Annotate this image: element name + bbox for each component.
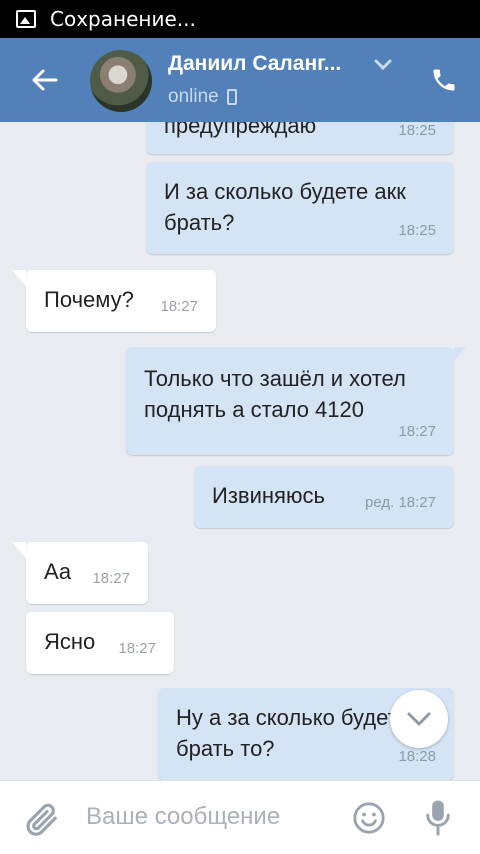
message-input[interactable]: Ваше сообщение [86,803,280,831]
message-time: 18:27 [92,570,130,587]
avatar[interactable] [90,50,152,112]
message-line: Только что зашёл и хотел [144,366,406,391]
message-list[interactable]: предупреждаю 18:25 И за сколько будете а… [0,122,480,780]
message-line: брать то? [176,736,275,761]
status-bar: Сохранение... [0,0,480,38]
microphone-icon[interactable] [424,799,452,837]
message-time: 18:25 [398,222,436,239]
message-text: И за сколько будете акк брать? [164,176,406,238]
smile-icon[interactable] [352,801,386,835]
message-time: ред. 18:27 [365,494,436,511]
chat-header: Даниил Саланг... online [0,38,480,122]
message-text: Ясно [44,629,96,654]
message-line: поднять а стало 4120 [144,397,364,422]
message-text: Ну а за сколько будете брать то? [176,702,410,764]
message-text: Аа [44,559,72,584]
message-bubble[interactable]: Аа 18:27 [12,542,148,604]
message-bubble[interactable]: Только что зашёл и хотел поднять а стало… [126,347,466,455]
chevron-down-icon [407,712,431,726]
message-time: 18:27 [160,298,198,315]
paperclip-icon[interactable] [22,799,60,839]
arrow-left-icon [32,69,58,91]
message-bubble[interactable]: Ясно 18:27 [26,612,174,674]
message-time: 18:27 [398,423,436,440]
message-bubble[interactable]: Извиняюсь ред. 18:27 [194,466,454,528]
scroll-to-bottom-button[interactable] [390,690,448,748]
chevron-down-icon[interactable] [373,58,393,72]
call-button[interactable] [424,60,464,100]
message-text: Почему? [44,287,134,312]
message-line: Ну а за сколько будете [176,705,410,730]
message-bubble[interactable]: И за сколько будете акк брать? 18:25 [146,162,454,254]
online-status-text: online [168,86,219,107]
message-composer: Ваше сообщение [0,780,480,854]
message-bubble[interactable]: Почему? 18:27 [12,270,216,332]
message-line: И за сколько будете акк [164,179,406,204]
image-icon [16,10,36,28]
message-text: предупреждаю [164,122,317,138]
message-text: Извиняюсь [212,483,325,508]
phone-icon [433,69,455,91]
mobile-icon [226,89,237,105]
message-text: Только что зашёл и хотел поднять а стало… [144,363,406,425]
contact-name[interactable]: Даниил Саланг... [168,52,341,76]
back-button[interactable] [24,60,64,100]
message-bubble[interactable]: предупреждаю 18:25 [146,122,454,154]
status-notification: Сохранение... [50,7,196,31]
message-time: 18:25 [398,122,436,139]
message-line: брать? [164,210,235,235]
message-time: 18:27 [118,640,156,657]
contact-status: online [168,86,237,108]
